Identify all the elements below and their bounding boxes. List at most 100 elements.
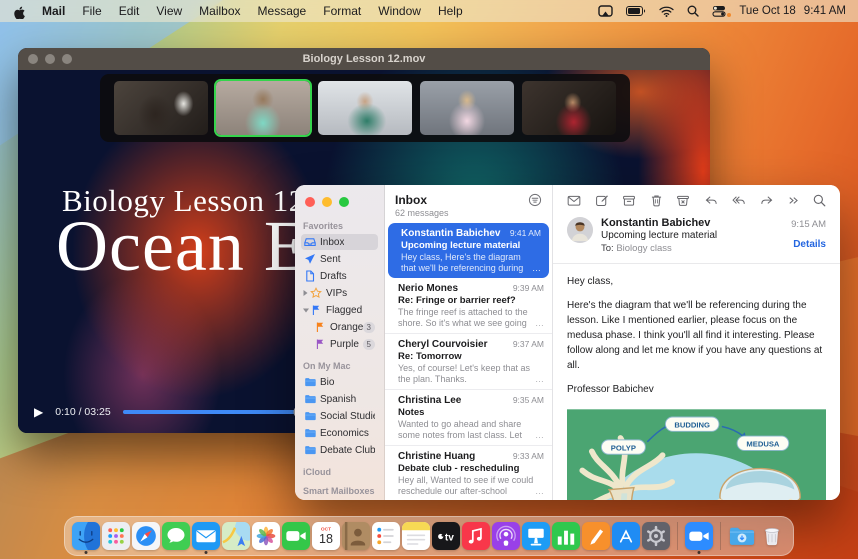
dock-appstore-icon[interactable]: [612, 522, 640, 550]
message-count: 62 messages: [395, 208, 449, 218]
junk-icon[interactable]: [675, 193, 691, 208]
dock-finder-icon[interactable]: [72, 522, 100, 550]
reply-icon[interactable]: [703, 193, 719, 208]
compose-icon[interactable]: [594, 193, 610, 208]
apple-menu-icon[interactable]: [12, 4, 25, 19]
menu-mailbox[interactable]: Mailbox: [199, 4, 240, 18]
sidebar-item-flagged[interactable]: Flagged: [301, 302, 378, 318]
menu-message[interactable]: Message: [258, 4, 307, 18]
message-row-5[interactable]: Christine Huang9:33 AMDebate club - resc…: [385, 445, 552, 500]
inbox-icon: [304, 236, 316, 248]
menu-time[interactable]: 9:41 AM: [804, 5, 846, 17]
message-time: 9:35 AM: [513, 395, 544, 405]
dock-calendar-icon[interactable]: OCT18: [312, 522, 340, 550]
close-button[interactable]: [305, 197, 315, 207]
sidebar-item-orange[interactable]: Orange3: [301, 319, 378, 335]
wifi-icon[interactable]: [659, 6, 674, 17]
dock-messages-icon[interactable]: [162, 522, 190, 550]
message-time: 9:33 AM: [513, 451, 544, 461]
message-row-1[interactable]: Konstantin Babichev9:41 AMUpcoming lectu…: [388, 223, 549, 278]
dock-photos-icon[interactable]: [252, 522, 280, 550]
close-button[interactable]: [28, 54, 38, 64]
sidebar-item-debate-club[interactable]: Debate Club: [301, 442, 378, 458]
spotlight-search-icon[interactable]: [687, 5, 699, 17]
dock-reminders-icon[interactable]: [372, 522, 400, 550]
sidebar-item-bio[interactable]: Bio: [301, 374, 378, 390]
message-row-4[interactable]: Christina Lee9:35 AMNotesWanted to go ah…: [385, 389, 552, 445]
dock-settings-icon[interactable]: [642, 522, 670, 550]
sender-name: Nerio Mones: [398, 283, 458, 294]
get-mail-icon[interactable]: [566, 193, 582, 208]
dock-numbers-icon[interactable]: [552, 522, 580, 550]
menu-window[interactable]: Window: [378, 4, 421, 18]
menu-edit[interactable]: Edit: [119, 4, 140, 18]
search-icon[interactable]: [812, 193, 827, 208]
paperplane-icon: [304, 253, 316, 265]
message-sender: Konstantin Babichev: [601, 217, 717, 229]
running-indicator: [698, 551, 701, 554]
minimize-button[interactable]: [45, 54, 55, 64]
vip-star-icon: [310, 287, 322, 299]
menu-view[interactable]: View: [156, 4, 182, 18]
dock-mail-icon[interactable]: [192, 522, 220, 550]
reply-all-icon[interactable]: [730, 193, 747, 208]
zoom-window-button[interactable]: [339, 197, 349, 207]
dock-divider: [677, 522, 678, 550]
message-row-3[interactable]: Cheryl Courvoisier9:37 AMRe: TomorrowYes…: [385, 333, 552, 389]
filter-icon[interactable]: [528, 193, 542, 212]
chevron-right-icon[interactable]: [302, 289, 310, 297]
menu-format[interactable]: Format: [323, 4, 361, 18]
zoom-window-button[interactable]: [62, 54, 72, 64]
mailbox-title: Inbox: [395, 193, 449, 207]
dock-notes-icon[interactable]: [402, 522, 430, 550]
sidebar-item-purple[interactable]: Purple5: [301, 336, 378, 352]
dock-contacts-icon[interactable]: [342, 522, 370, 550]
message-subject: Upcoming lecture material: [401, 240, 541, 251]
dock-tv-icon[interactable]: tv: [432, 522, 460, 550]
sidebar-item-inbox[interactable]: Inbox: [301, 234, 378, 250]
dock-safari-icon[interactable]: [132, 522, 160, 550]
facetime-participant-5: [522, 81, 616, 135]
video-window-titlebar[interactable]: Biology Lesson 12.mov: [18, 48, 710, 70]
sidebar-item-social-studies[interactable]: Social Studies: [301, 408, 378, 424]
dock-pages-icon[interactable]: [582, 522, 610, 550]
dock-maps-icon[interactable]: [222, 522, 250, 550]
message-recipients: To: Biology class: [601, 243, 717, 254]
dock-trash-icon[interactable]: [758, 522, 786, 550]
dock-facetime-icon[interactable]: [282, 522, 310, 550]
control-center-icon[interactable]: [712, 5, 726, 17]
sidebar-item-economics[interactable]: Economics: [301, 425, 378, 441]
mailbox-count-badge: 5: [363, 339, 375, 350]
menu-date[interactable]: Tue Oct 18: [739, 5, 795, 17]
sidebar-item-label: Bio: [320, 377, 334, 388]
details-link[interactable]: Details: [791, 239, 826, 250]
sidebar-item-sent[interactable]: Sent: [301, 251, 378, 267]
more-icon[interactable]: [786, 194, 800, 207]
sidebar-item-vips[interactable]: VIPs: [301, 285, 378, 301]
dock-launchpad-icon[interactable]: [102, 522, 130, 550]
facetime-participant-4: [420, 81, 514, 135]
dock-music-icon[interactable]: [462, 522, 490, 550]
dock-downloads-icon[interactable]: [728, 522, 756, 550]
forward-icon[interactable]: [759, 193, 775, 208]
play-button[interactable]: ▶: [34, 406, 43, 418]
sidebar-section-smart-mailboxes: Smart Mailboxes: [303, 486, 376, 496]
menu-app-name[interactable]: Mail: [42, 4, 65, 18]
sidebar-item-spanish[interactable]: Spanish: [301, 391, 378, 407]
dock-divider: [720, 522, 721, 550]
minimize-button[interactable]: [322, 197, 332, 207]
chevron-down-icon[interactable]: [302, 307, 310, 314]
menu-help[interactable]: Help: [438, 4, 463, 18]
message-row-2[interactable]: Nerio Mones9:39 AMRe: Fringe or barrier …: [385, 278, 552, 333]
dock-podcasts-icon[interactable]: [492, 522, 520, 550]
archive-icon[interactable]: [621, 193, 637, 208]
screen-mirroring-icon[interactable]: [598, 5, 613, 17]
svg-text:18: 18: [319, 532, 333, 546]
dock-keynote-icon[interactable]: [522, 522, 550, 550]
trash-icon[interactable]: [649, 193, 664, 208]
dock-zoom-icon[interactable]: [685, 522, 713, 550]
mail-sidebar: FavoritesInboxSentDraftsVIPsFlaggedOrang…: [295, 185, 385, 500]
sidebar-item-drafts[interactable]: Drafts: [301, 268, 378, 284]
menu-file[interactable]: File: [82, 4, 101, 18]
battery-icon[interactable]: [626, 6, 646, 16]
